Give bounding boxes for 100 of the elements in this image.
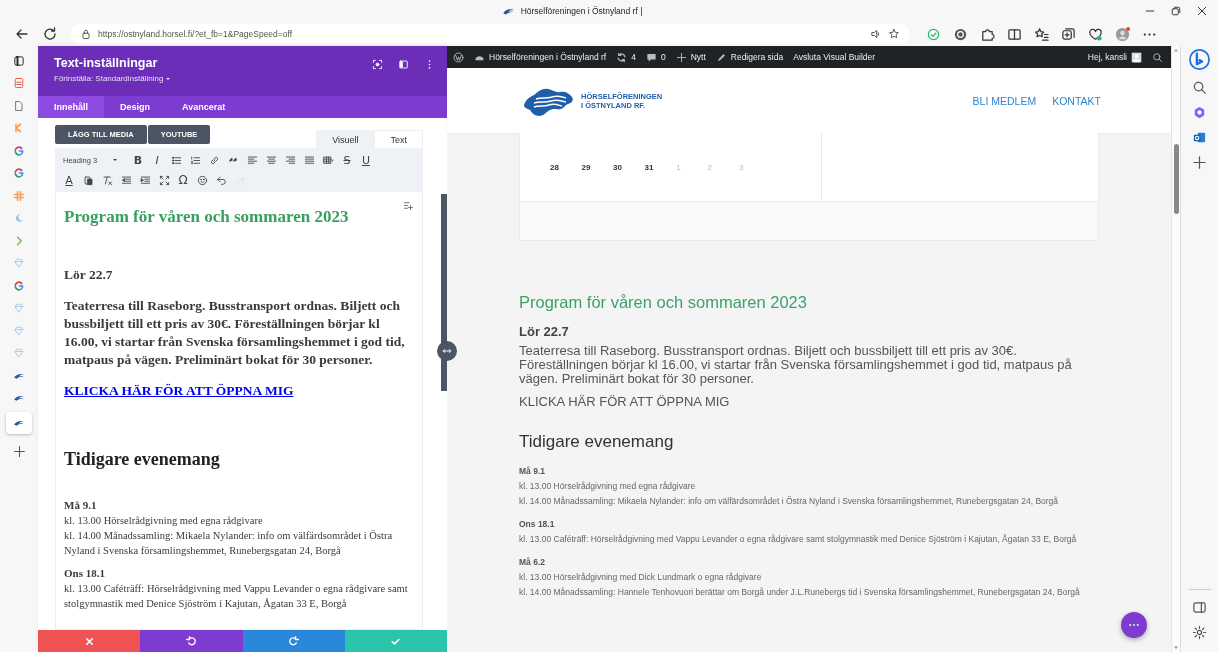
tab-title[interactable]: Hörselföreningen i Östnyland rf | (520, 6, 643, 16)
comment-icon (645, 51, 657, 63)
event-date: Må 9.1 (519, 465, 546, 478)
link[interactable]: KLICKA HÄR FÖR ATT ÖPPNA MIG (64, 383, 294, 398)
event-date: Lör 22.7 (64, 267, 114, 283)
panel-tab[interactable]: Innehåll (38, 96, 104, 118)
sidebar-icon[interactable] (398, 59, 409, 70)
panel-tab[interactable]: Avancerat (166, 96, 242, 118)
calendar-day[interactable]: 29 (581, 162, 613, 172)
mail-icon[interactable] (1192, 130, 1207, 145)
diamond-icon (13, 302, 25, 315)
google-icon (13, 144, 25, 157)
event-date: Lör 22.7 (519, 324, 570, 339)
puzzle-icon[interactable] (980, 26, 995, 42)
updates-link[interactable]: 4 (616, 51, 636, 63)
hash-icon (13, 189, 25, 202)
diamond-icon (13, 324, 25, 337)
nav-link[interactable]: KONTAKT (1052, 94, 1101, 107)
google-icon (13, 279, 25, 292)
reload-icon[interactable] (42, 26, 58, 42)
editor-heading: Program för våren och sommaren 2023 (64, 207, 350, 227)
profile-icon[interactable] (1115, 26, 1130, 42)
settings-icon[interactable] (1192, 625, 1207, 640)
restore-icon[interactable] (1170, 5, 1182, 17)
editor-tab[interactable]: Text (374, 130, 423, 148)
bold-button[interactable]: B (130, 152, 146, 168)
paste-icon (82, 174, 94, 186)
scrollbar-thumb[interactable] (1173, 144, 1179, 214)
color-button[interactable]: A (61, 172, 77, 188)
new-link[interactable]: Nytt (675, 51, 706, 63)
circle-icon[interactable] (953, 26, 968, 42)
plus-icon[interactable] (1192, 155, 1207, 170)
event-date: Må 9.1 (64, 498, 98, 513)
event-date: Ons 18.1 (519, 518, 556, 531)
italic-button[interactable]: I (149, 152, 165, 168)
heart-icon[interactable] (1088, 26, 1103, 42)
indent-icon (139, 174, 151, 186)
close-icon (83, 635, 95, 647)
calendar-day[interactable]: 31 (644, 162, 676, 172)
search-icon[interactable] (1192, 80, 1207, 95)
redo-icon (288, 635, 300, 647)
page-icon (13, 99, 25, 112)
hexagon-icon[interactable] (1192, 105, 1207, 120)
site-name-link[interactable]: Hörselföreningen i Östnyland rf (474, 51, 607, 63)
lock-icon (80, 28, 92, 40)
split-screen-icon[interactable] (1007, 26, 1022, 42)
numbered-list-icon (189, 154, 201, 166)
calendar-day[interactable]: 30 (613, 162, 645, 172)
shield-icon[interactable] (926, 26, 941, 42)
plus-icon (675, 51, 687, 63)
close-icon[interactable] (1196, 5, 1208, 17)
fullscreen-icon (158, 174, 170, 186)
account-link[interactable]: Hej, kansli (1087, 51, 1142, 63)
plus-icon[interactable] (12, 445, 26, 458)
event-line: kl. 13.00 Hörselrådgivning med egna rådgivare (64, 514, 264, 528)
nav-link[interactable]: BLI MEDLEM (972, 94, 1037, 107)
google-icon (13, 167, 25, 180)
align-left-icon (246, 154, 258, 166)
window-icon (13, 54, 25, 67)
panel-tab[interactable]: Design (104, 96, 167, 118)
collections-icon[interactable] (1061, 26, 1076, 42)
link[interactable]: KLICKA HÄR FÖR ATT ÖPPNA MIG (519, 394, 730, 409)
diamond-icon (13, 257, 25, 270)
more-button[interactable] (1121, 612, 1147, 638)
outdent-icon (120, 174, 132, 186)
read-aloud-icon[interactable] (870, 28, 882, 40)
calendar-day[interactable]: 28 (550, 162, 582, 172)
add-block-icon[interactable] (403, 200, 414, 211)
event-line: kl. 13.00 Caféträff: Hörselrådgivning med Vappu Levander o egna rådgivare samt stolgymnastik med Denice Sjöström i Kajutan, Ågatan 33 E, Borgå (519, 533, 1078, 546)
event-line: kl. 13.00 Caféträff: Hörselrådgivning med Vappu Levander o egna rådgivare samt stolgymnastik med Denice Sjöström i Kajutan, Ågatan 33 E, Borgå (64, 582, 409, 611)
event-line: kl. 14.00 Månadssamling: Mikaela Nylander: info om välfärdsområdet i Östra Nyland i Svenska församlingshemmet, Runebergsgatan 24, Borgå (519, 495, 1060, 508)
side-panel-icon[interactable] (1192, 600, 1207, 615)
event-text: Teaterresa till Raseborg. Busstransport ordnas. Biljett och bussbiljett till ett pris av 30€. Föreställningen börjar kl 16.00, vi startar från Svenska församlingshemmet i god tid, matpaus på vägen. Preliminärt bokat för 30 personer. (64, 297, 406, 369)
underline-button[interactable]: U (358, 152, 374, 168)
link-icon (208, 154, 220, 166)
preset-dropdown[interactable]: Förinställa: Standardinställning (54, 74, 372, 83)
table-icon (322, 154, 334, 166)
event-date: Ons 18.1 (64, 566, 106, 581)
event-text: Teaterresa till Raseborg. Busstransport ordnas. Biljett och bussbiljett till ett pris av 30€. Föreställningen börjar kl 16.00, vi startar från Svenska församlingshemmet i god tid, matpaus på vägen. Preliminärt bokat för 30 personer. (519, 344, 1073, 386)
symbol-button[interactable]: Ω (175, 172, 191, 188)
align-center-icon (265, 154, 277, 166)
event-line: kl. 13.00 Hörselrådgivning med Dick Lundmark o egna rådgivare (519, 571, 763, 584)
updates-icon (616, 51, 628, 63)
search-icon[interactable] (1152, 51, 1163, 63)
star-icon[interactable] (888, 28, 900, 40)
document-icon (13, 77, 25, 90)
edit-page-link[interactable]: Redigera sida (715, 51, 784, 63)
strike-button[interactable]: S (339, 152, 355, 168)
editor-heading: Tidigare evenemang (64, 449, 221, 470)
favorites-icon[interactable] (1034, 26, 1049, 42)
justify-icon (303, 154, 315, 166)
event-date: Må 6.2 (519, 556, 546, 569)
pencil-icon (715, 51, 727, 63)
caret-icon (111, 156, 119, 164)
address-bar[interactable]: https://ostnyland.horsel.fi/?et_fb=1&PageSpeed=off (70, 24, 910, 44)
editor-tab[interactable]: Visuell (316, 130, 375, 148)
undo-icon (215, 174, 227, 186)
comments-link[interactable]: 0 (645, 51, 666, 63)
focus-icon[interactable] (372, 59, 383, 70)
exit-builder-link[interactable]: Avsluta Visual Builder (793, 52, 876, 62)
